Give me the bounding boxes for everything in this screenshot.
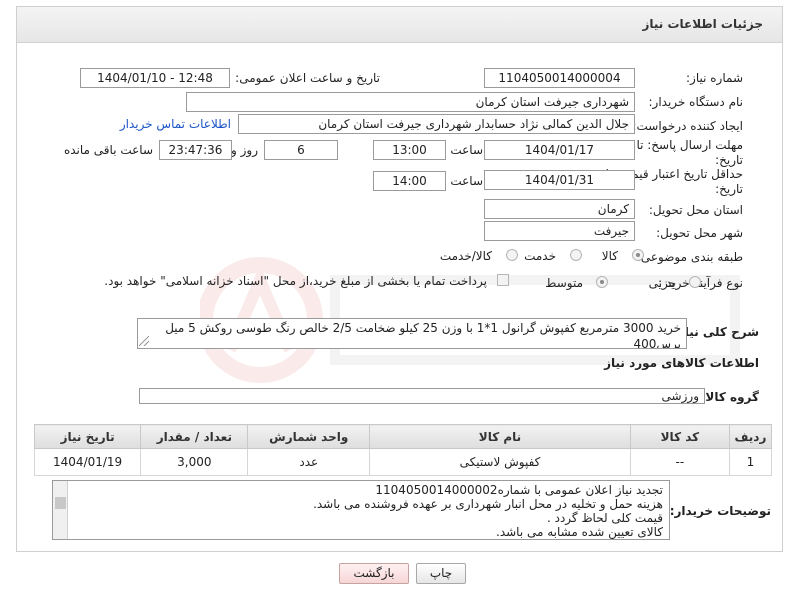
buyer-org-label: نام دستگاه خریدار: <box>648 95 744 109</box>
price-validity-label-date: تاریخ: <box>715 182 743 196</box>
category-goods-radio[interactable] <box>632 249 644 261</box>
delivery-province-label: استان محل تحویل: <box>648 203 743 217</box>
category-service-label: خدمت <box>524 249 556 263</box>
process-medium-label: متوسط <box>545 276 583 290</box>
buyer-contact-link[interactable]: اطلاعات تماس خریدار <box>120 117 231 131</box>
page-title: جزئیات اطلاعات نیاز <box>642 17 763 31</box>
cell-code: -- <box>629 448 730 476</box>
goods-table: ردیف کد کالا نام کالا واحد شمارش تعداد /… <box>33 424 773 476</box>
buyer-note-line: تجدید نیاز اعلان عمومی با شماره110405001… <box>375 483 663 497</box>
col-row: ردیف <box>728 424 773 449</box>
goods-section-title: اطلاعات کالاهای مورد نیاز <box>604 356 759 370</box>
cell-date: 1404/01/19 <box>33 448 142 476</box>
treasury-bonds-checkbox[interactable] <box>497 274 509 286</box>
price-validity-date-field: 1404/01/31 <box>484 170 635 190</box>
buyer-notes-scrollbar[interactable] <box>53 481 68 539</box>
buyer-note-line: کالای تعیین شده مشابه می باشد. <box>496 525 663 539</box>
cell-qty: 3,000 <box>140 448 249 476</box>
need-number-field: 1104050014000004 <box>484 68 635 88</box>
cell-unit: عدد <box>247 448 371 476</box>
category-goods-service-radio[interactable] <box>506 249 518 261</box>
col-name: نام کالا <box>369 424 631 449</box>
buyer-notes-box[interactable]: تجدید نیاز اعلان عمومی با شماره110405001… <box>52 480 670 540</box>
requester-label: ایجاد کننده درخواست: <box>632 119 743 133</box>
category-goods-label: کالا <box>601 249 618 263</box>
category-service-radio[interactable] <box>570 249 582 261</box>
process-minor-radio[interactable] <box>689 276 701 288</box>
col-unit: واحد شمارش <box>247 424 371 449</box>
requester-field: جلال الدین کمالی نژاد حسابدار شهرداری جی… <box>238 114 635 134</box>
reply-deadline-label: مهلت ارسال پاسخ: تا <box>636 138 743 152</box>
table-row: 1 -- کفپوش لاستیکی عدد 3,000 1404/01/19 <box>33 448 773 476</box>
price-validity-time-label: ساعت <box>450 174 483 188</box>
scrollbar-thumb[interactable] <box>55 497 66 509</box>
delivery-province-field: کرمان <box>484 199 635 219</box>
reply-deadline-label-date: تاریخ: <box>715 153 743 167</box>
description-resize-handle[interactable] <box>139 336 149 346</box>
print-button[interactable]: چاپ <box>416 563 466 584</box>
treasury-bonds-note: پرداخت تمام یا بخشی از مبلغ خرید،از محل … <box>104 274 487 288</box>
buyer-note-line: هزینه حمل و تخلیه در محل انبار شهرداری ب… <box>313 497 663 511</box>
reply-deadline-time-field: 13:00 <box>373 140 446 160</box>
reply-deadline-date-field: 1404/01/17 <box>484 140 635 160</box>
delivery-city-label: شهر محل تحویل: <box>656 226 743 240</box>
goods-group-label: گروه کالا: <box>700 390 759 404</box>
buyer-note-line: قیمت کلی لحاظ گردد . <box>546 511 663 525</box>
col-qty: تعداد / مقدار <box>140 424 249 449</box>
announce-datetime-field: 1404/01/10 - 12:48 <box>80 68 230 88</box>
reply-days-field: 6 <box>264 140 338 160</box>
goods-group-field: ورزشی <box>139 388 705 404</box>
remaining-time-field: 23:47:36 <box>159 140 232 160</box>
description-field[interactable]: خرید 3000 مترمربع کفپوش گرانول 1*1 با وز… <box>137 318 687 349</box>
process-medium-radio[interactable] <box>596 276 608 288</box>
delivery-city-field: جیرفت <box>484 221 635 241</box>
remaining-time-label: ساعت باقی مانده <box>63 143 153 157</box>
back-button[interactable]: بازگشت <box>339 563 409 584</box>
description-text: خرید 3000 مترمربع کفپوش گرانول 1*1 با وز… <box>165 321 681 349</box>
col-code: کد کالا <box>629 424 730 449</box>
buyer-notes-label: توضیحات خریدار: <box>669 504 771 518</box>
goods-table-header: ردیف کد کالا نام کالا واحد شمارش تعداد /… <box>33 424 773 449</box>
buyer-org-field: شهرداری جیرفت استان کرمان <box>186 92 635 112</box>
col-date: تاریخ نیاز <box>33 424 142 449</box>
price-validity-time-field: 14:00 <box>373 171 446 191</box>
announce-datetime-label: تاریخ و ساعت اعلان عمومی: <box>235 71 380 85</box>
reply-deadline-time-label: ساعت <box>450 143 483 157</box>
need-number-label: شماره نیاز: <box>686 71 743 85</box>
reply-days-label: روز و <box>231 143 258 157</box>
cell-row: 1 <box>728 448 773 476</box>
category-goods-service-label: کالا/خدمت <box>439 249 492 263</box>
process-minor-label: جزیی <box>648 276 676 290</box>
cell-name: کفپوش لاستیکی <box>369 448 631 476</box>
category-label: طبقه بندی موضوعی: <box>636 250 743 264</box>
